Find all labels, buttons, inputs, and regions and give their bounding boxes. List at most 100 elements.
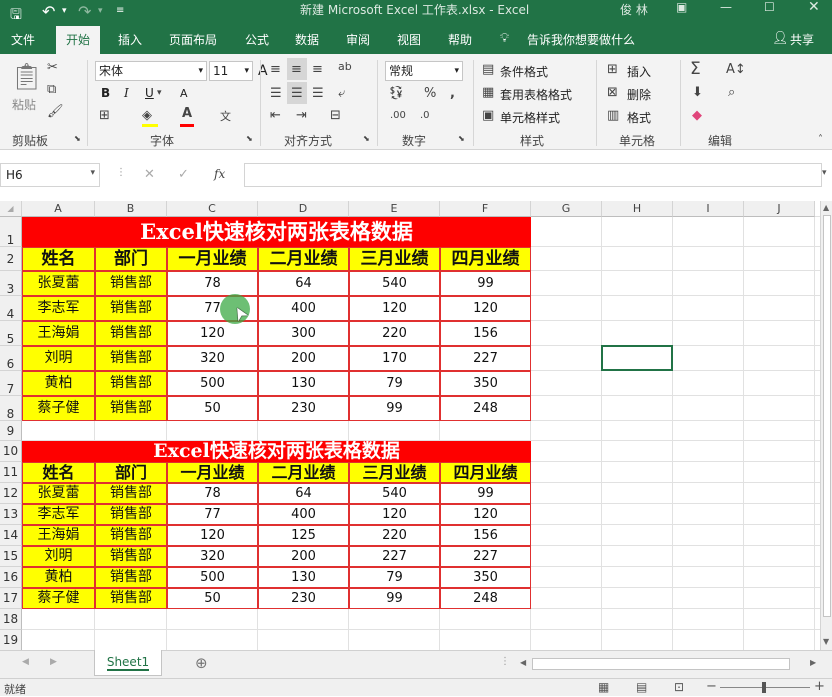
tab-formulas[interactable]: 公式 xyxy=(245,26,269,54)
row-header-15[interactable]: 15 xyxy=(0,546,22,567)
table2-data-cell[interactable]: 77 xyxy=(167,504,258,525)
alignment-launcher-icon[interactable]: ⬊ xyxy=(363,134,370,143)
row-header-19[interactable]: 19 xyxy=(0,630,22,650)
table2-header-cell[interactable]: 四月业绩 xyxy=(440,462,531,483)
shrink-font-button[interactable]: A xyxy=(180,87,188,100)
conditional-format-icon[interactable]: ▤ xyxy=(482,62,494,77)
table1-data-cell[interactable]: 170 xyxy=(349,346,440,371)
table2-data-cell[interactable]: 540 xyxy=(349,483,440,504)
column-header-h[interactable]: H xyxy=(602,201,673,217)
row-header-13[interactable]: 13 xyxy=(0,504,22,525)
table1-header-cell[interactable]: 二月业绩 xyxy=(258,247,349,271)
normal-view-icon[interactable]: ▦ xyxy=(598,680,609,694)
add-sheet-icon[interactable]: ⊕ xyxy=(195,654,208,672)
ribbon-display-icon[interactable]: ▣ xyxy=(676,0,687,14)
row-header-6[interactable]: 6 xyxy=(0,346,22,371)
table1-data-cell[interactable]: 64 xyxy=(258,271,349,296)
table1-data-cell[interactable]: 120 xyxy=(349,296,440,321)
worksheet-grid[interactable]: ◢ A B C D E F G H I J 1 2 3 4 5 6 7 8 9 10 11 12 13 14 15 16 17 18 19… xyxy=(0,201,820,650)
copy-icon[interactable]: ⧉ xyxy=(47,82,56,97)
table1-data-cell[interactable]: 230 xyxy=(258,396,349,421)
table2-data-cell[interactable]: 王海娟 xyxy=(22,525,95,546)
prev-sheet-icon[interactable]: ◀ xyxy=(22,657,29,667)
cut-icon[interactable]: ✂ xyxy=(47,60,58,75)
table2-data-cell[interactable]: 500 xyxy=(167,567,258,588)
orientation-icon[interactable]: ab xyxy=(338,60,352,73)
table2-header-cell[interactable]: 姓名 xyxy=(22,462,95,483)
table2-data-cell[interactable]: 99 xyxy=(349,588,440,609)
table1-data-cell[interactable]: 227 xyxy=(440,346,531,371)
table1-data-cell[interactable]: 销售部 xyxy=(95,396,167,421)
paste-label[interactable]: 粘贴 xyxy=(12,96,36,113)
align-bottom-icon[interactable]: ≡ xyxy=(312,62,323,77)
table2-data-cell[interactable]: 张夏蕾 xyxy=(22,483,95,504)
row-header-5[interactable]: 5 xyxy=(0,321,22,346)
align-center-icon[interactable]: ☰ xyxy=(291,86,303,101)
table2-data-cell[interactable]: 120 xyxy=(440,504,531,525)
row-header-7[interactable]: 7 xyxy=(0,371,22,396)
table1-data-cell[interactable]: 黄柏 xyxy=(22,371,95,396)
align-left-icon[interactable]: ☰ xyxy=(270,86,282,101)
format-painter-icon[interactable]: 🖌︎ xyxy=(47,104,64,119)
clear-icon[interactable]: ◆ xyxy=(692,108,702,123)
autosum-icon[interactable]: Σ xyxy=(690,59,701,79)
table2-data-cell[interactable]: 79 xyxy=(349,567,440,588)
fill-icon[interactable]: ⬇ xyxy=(692,85,703,100)
table1-header-cell[interactable]: 姓名 xyxy=(22,247,95,271)
table1-data-cell[interactable]: 78 xyxy=(167,271,258,296)
confirm-entry-icon[interactable]: ✓ xyxy=(178,167,189,182)
table1-data-cell[interactable]: 350 xyxy=(440,371,531,396)
tab-page-layout[interactable]: 页面布局 xyxy=(169,26,217,54)
table2-data-cell[interactable]: 220 xyxy=(349,525,440,546)
italic-button[interactable]: I xyxy=(124,86,129,100)
column-header-g[interactable]: G xyxy=(531,201,602,217)
percent-icon[interactable]: % xyxy=(424,86,436,101)
row-header-9[interactable]: 9 xyxy=(0,421,22,441)
page-layout-view-icon[interactable]: ▤ xyxy=(636,680,647,694)
row-header-8[interactable]: 8 xyxy=(0,396,22,421)
align-top-icon[interactable]: ≡ xyxy=(270,62,281,77)
tab-file[interactable]: 文件 xyxy=(11,26,35,54)
table1-header-cell[interactable]: 四月业绩 xyxy=(440,247,531,271)
decrease-indent-icon[interactable]: ⇤ xyxy=(270,108,281,123)
vertical-scroll-thumb[interactable] xyxy=(823,215,831,617)
scroll-right-icon[interactable]: ▶ xyxy=(810,658,816,667)
underline-dropdown-icon[interactable]: ▾ xyxy=(157,88,162,98)
table1-data-cell[interactable]: 销售部 xyxy=(95,346,167,371)
column-header-e[interactable]: E xyxy=(349,201,440,217)
table1-data-cell[interactable]: 400 xyxy=(258,296,349,321)
table1-data-cell[interactable]: 销售部 xyxy=(95,296,167,321)
expand-formula-icon[interactable]: ▾ xyxy=(822,168,827,178)
phonetic-icon[interactable]: 文 xyxy=(220,108,231,124)
row-header-1[interactable]: 1 xyxy=(0,217,22,247)
align-middle-icon[interactable]: ≡ xyxy=(291,62,302,77)
table2-data-cell[interactable]: 227 xyxy=(349,546,440,567)
align-right-icon[interactable]: ☰ xyxy=(312,86,324,101)
table2-data-cell[interactable]: 156 xyxy=(440,525,531,546)
table2-data-cell[interactable]: 销售部 xyxy=(95,546,167,567)
name-box[interactable]: H6 ▾ xyxy=(0,163,100,187)
table2-header-cell[interactable]: 部门 xyxy=(95,462,167,483)
row-header-16[interactable]: 16 xyxy=(0,567,22,588)
bold-button[interactable]: B xyxy=(101,86,110,100)
table1-data-cell[interactable]: 张夏蕾 xyxy=(22,271,95,296)
table1-title[interactable]: Excel快速核对两张表格数据 xyxy=(22,217,531,247)
format-cells-button[interactable]: 格式 xyxy=(627,109,651,126)
table1-data-cell[interactable]: 120 xyxy=(440,296,531,321)
tab-review[interactable]: 审阅 xyxy=(346,26,370,54)
table1-data-cell[interactable]: 李志军 xyxy=(22,296,95,321)
table2-data-cell[interactable]: 刘明 xyxy=(22,546,95,567)
number-format-dropdown[interactable]: 常规 ▾ xyxy=(385,61,463,81)
redo-icon[interactable]: ↷ xyxy=(78,2,91,21)
font-size-dropdown[interactable]: 11 ▾ xyxy=(209,61,253,81)
maximize-icon[interactable]: ☐ xyxy=(764,0,775,14)
table1-data-cell[interactable]: 50 xyxy=(167,396,258,421)
table2-header-cell[interactable]: 一月业绩 xyxy=(167,462,258,483)
row-header-2[interactable]: 2 xyxy=(0,247,22,271)
horizontal-scrollbar[interactable]: ◀ ▶ xyxy=(518,657,820,671)
format-cells-icon[interactable]: ▥ xyxy=(607,108,619,123)
save-icon[interactable]: 🖫 xyxy=(10,4,22,28)
row-header-14[interactable]: 14 xyxy=(0,525,22,546)
table1-data-cell[interactable]: 300 xyxy=(258,321,349,346)
column-header-i[interactable]: I xyxy=(673,201,744,217)
